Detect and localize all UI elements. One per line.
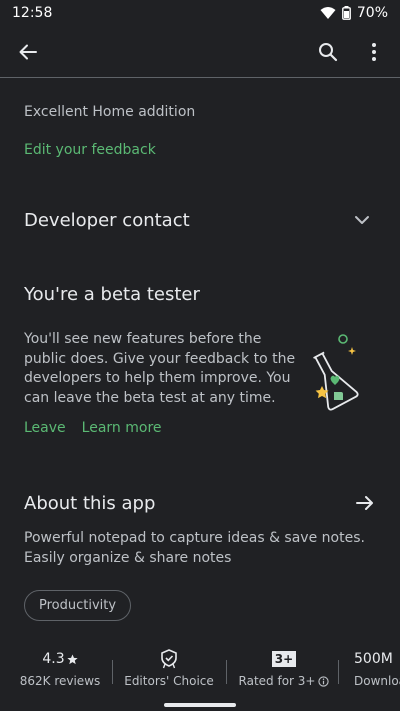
content-rating-stat[interactable]: 3+ Rated for 3+ — [236, 648, 332, 688]
developer-contact-title: Developer contact — [24, 209, 190, 231]
wifi-icon — [320, 7, 336, 19]
more-vert-icon — [372, 43, 376, 61]
beta-links: Leave Learn more — [24, 420, 162, 436]
about-app-title: About this app — [24, 492, 156, 514]
stat-divider — [338, 660, 339, 684]
status-icons: 70% — [320, 5, 388, 21]
downloads-label: Downloads — [354, 674, 400, 688]
learn-more-link[interactable]: Learn more — [82, 420, 162, 436]
search-button[interactable] — [316, 40, 340, 64]
about-app-description: Powerful notepad to capture ideas & save… — [24, 530, 365, 566]
category-chip[interactable]: Productivity — [24, 590, 132, 621]
review-text: Excellent Home addition — [24, 104, 196, 120]
status-time: 12:58 — [12, 5, 53, 21]
edit-feedback-link[interactable]: Edit your feedback — [24, 142, 156, 158]
back-arrow-icon — [19, 44, 37, 60]
rating-stat[interactable]: 4.3 862K reviews — [18, 648, 102, 688]
beta-description: You'll see new features before the publi… — [24, 331, 296, 406]
gesture-nav-handle[interactable] — [164, 703, 236, 707]
beta-section-title: You're a beta tester — [24, 284, 200, 305]
content-rating-badge: 3+ — [271, 651, 297, 667]
editors-choice-label: Editors' Choice — [124, 674, 214, 688]
star-icon — [66, 653, 78, 664]
battery-percent: 70% — [356, 5, 388, 21]
battery-icon — [341, 6, 351, 20]
leave-beta-link[interactable]: Leave — [24, 420, 66, 436]
arrow-right-icon — [356, 496, 373, 510]
app-bar — [0, 26, 400, 78]
rating-value: 4.3 — [42, 651, 65, 667]
back-button[interactable] — [16, 40, 40, 64]
downloads-value: 500M — [354, 651, 393, 667]
stat-divider — [112, 660, 113, 684]
reviews-count: 862K reviews — [19, 674, 101, 688]
editors-choice-icon — [161, 649, 177, 669]
status-bar: 12:58 70% — [0, 0, 400, 26]
info-icon[interactable] — [318, 675, 330, 687]
beta-flask-illustration — [313, 334, 359, 411]
search-icon — [319, 43, 338, 62]
editors-choice-stat[interactable]: Editors' Choice — [124, 648, 214, 688]
chevron-down-icon — [355, 216, 369, 224]
developer-contact-row[interactable]: Developer contact — [24, 207, 376, 233]
downloads-stat[interactable]: 500M Downloads — [354, 648, 400, 688]
about-app-row[interactable]: About this app — [24, 490, 376, 516]
app-bar-divider — [0, 77, 400, 78]
app-stats-row: 4.3 862K reviews Editors' Choice 3+ Rate… — [0, 648, 400, 698]
more-options-button[interactable] — [362, 40, 386, 64]
stat-divider — [226, 660, 227, 684]
content-rating-label: Rated for 3+ — [238, 674, 316, 688]
